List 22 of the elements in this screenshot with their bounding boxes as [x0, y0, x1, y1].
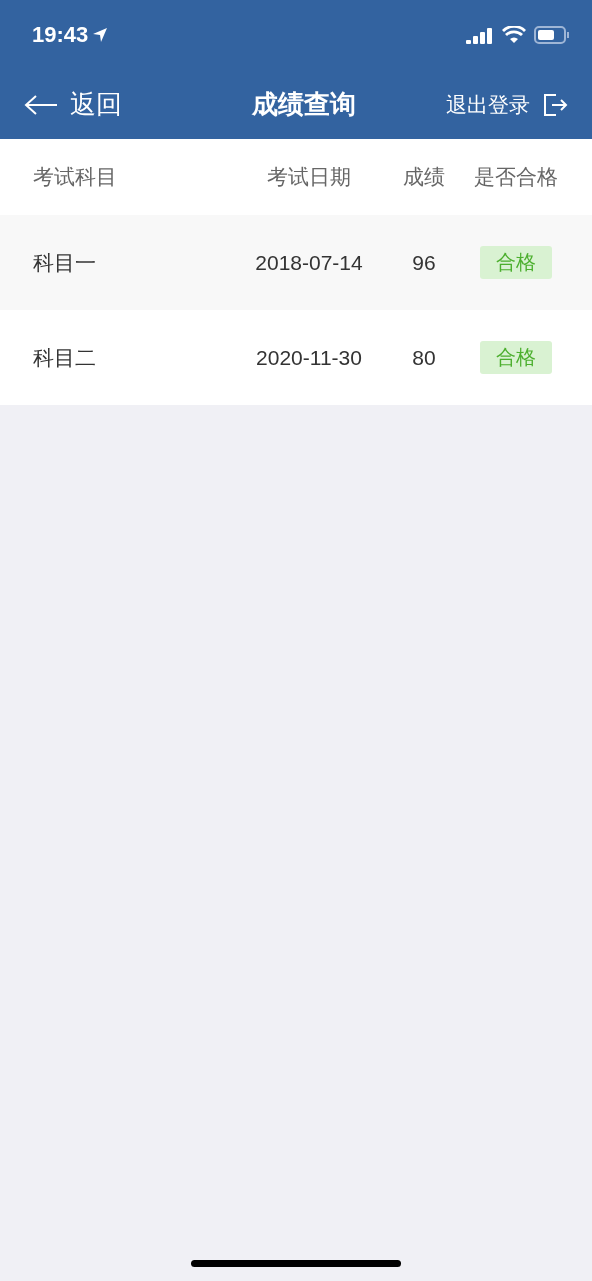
back-arrow-icon [24, 93, 58, 116]
table-cell-text: 80 [411, 345, 437, 370]
status-tag: 合格 [480, 341, 552, 374]
location-arrow-icon [92, 27, 109, 43]
column-header: 考试科目 [33, 164, 118, 190]
column-header: 成绩 [402, 164, 446, 190]
logout-button[interactable]: 退出登录 [446, 90, 568, 119]
table-cell-text: 2020-11-30 [255, 345, 363, 370]
wifi-icon [502, 26, 526, 44]
table-cell-text: 科目一 [33, 249, 97, 276]
table-cell-text: 科目二 [33, 344, 97, 371]
signal-icon [466, 26, 494, 44]
table-cell-text: 96 [411, 250, 437, 275]
status-time: 19:43 [32, 22, 109, 48]
page-title: 成绩查询 [252, 88, 356, 121]
column-header: 考试日期 [266, 164, 352, 190]
battery-icon [534, 26, 570, 44]
back-button[interactable]: 返回 [24, 87, 122, 122]
table-cell-text: 2018-07-14 [254, 250, 364, 275]
column-header: 是否合格 [473, 164, 559, 190]
status-tag: 合格 [480, 246, 552, 279]
logout-icon [542, 91, 568, 118]
